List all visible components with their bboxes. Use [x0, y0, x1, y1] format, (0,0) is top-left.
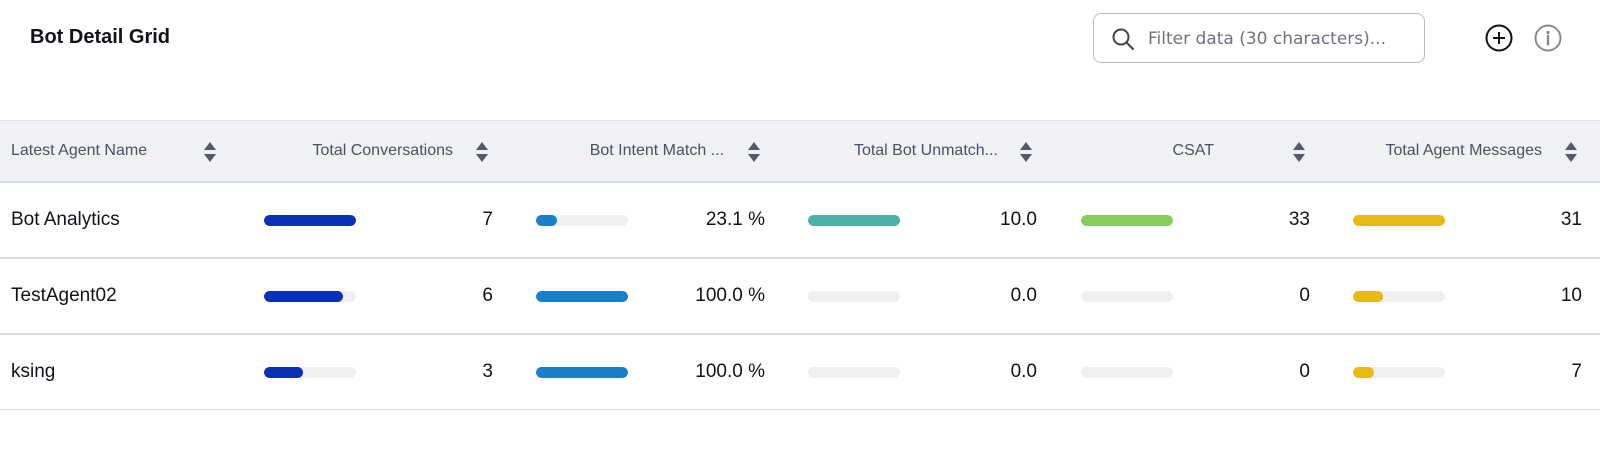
table-row[interactable]: ksing 3 100.0 % 0.0 0 7 — [0, 335, 1600, 410]
column-header[interactable]: CSAT — [1060, 121, 1214, 181]
csat-value: 0 — [1299, 285, 1310, 306]
unmatched-value: 0.0 — [1010, 285, 1037, 306]
conversations-value: 3 — [482, 361, 493, 382]
bar-fill — [264, 215, 356, 226]
bot-detail-table: Latest Agent Name Total Conversations Bot … — [0, 120, 1600, 410]
search-icon — [1112, 28, 1134, 50]
agent-name-cell: Bot Analytics — [11, 209, 120, 230]
table-header: Latest Agent Name Total Conversations Bot … — [0, 120, 1600, 183]
filter-input[interactable] — [1146, 24, 1418, 54]
sort-icon[interactable] — [1292, 141, 1306, 163]
bar-fill — [536, 367, 628, 378]
unmatched-bar — [808, 215, 900, 226]
sort-icon[interactable] — [475, 141, 489, 163]
sort-icon[interactable] — [747, 141, 761, 163]
unmatched-value: 10.0 — [1000, 209, 1037, 230]
agent-name-cell: TestAgent02 — [11, 285, 117, 306]
csat-bar — [1081, 215, 1173, 226]
csat-value: 33 — [1288, 209, 1310, 230]
sort-icon[interactable] — [1019, 141, 1033, 163]
bar-fill — [1353, 215, 1445, 226]
agent-messages-value: 7 — [1571, 361, 1582, 382]
unmatched-bar — [808, 367, 900, 378]
info-icon[interactable] — [1533, 23, 1563, 53]
intent-match-value: 23.1 % — [705, 209, 765, 230]
bar-fill — [264, 367, 304, 378]
conversations-value: 7 — [482, 209, 493, 230]
bar-fill — [536, 291, 628, 302]
page-title: Bot Detail Grid — [30, 26, 171, 48]
bar-fill — [536, 215, 558, 226]
agent-messages-bar — [1353, 291, 1445, 302]
add-circle-icon[interactable] — [1484, 23, 1514, 53]
intent-match-value: 100.0 % — [695, 361, 765, 382]
csat-bar — [1081, 367, 1173, 378]
conversations-bar — [264, 291, 356, 302]
bar-fill — [808, 215, 900, 226]
agent-name-cell: ksing — [11, 361, 56, 382]
column-header[interactable]: Total Conversations — [250, 121, 453, 181]
unmatched-bar — [808, 291, 900, 302]
conversations-bar — [264, 215, 356, 226]
agent-messages-bar — [1353, 367, 1445, 378]
column-header[interactable]: Latest Agent Name — [11, 121, 147, 181]
intent-match-bar — [536, 367, 628, 378]
filter-search-box[interactable] — [1093, 13, 1425, 63]
bar-fill — [1081, 215, 1173, 226]
sort-icon[interactable] — [203, 141, 217, 163]
intent-match-bar — [536, 291, 628, 302]
conversations-value: 6 — [482, 285, 493, 306]
bar-fill — [1353, 367, 1374, 378]
sort-icon[interactable] — [1564, 141, 1578, 163]
agent-messages-value: 31 — [1560, 209, 1582, 230]
intent-match-value: 100.0 % — [695, 285, 765, 306]
table-row[interactable]: Bot Analytics 7 23.1 % 10.0 33 31 — [0, 183, 1600, 259]
agent-messages-bar — [1353, 215, 1445, 226]
column-header[interactable]: Total Agent Messages — [1330, 121, 1542, 181]
unmatched-value: 0.0 — [1010, 361, 1037, 382]
csat-value: 0 — [1299, 361, 1310, 382]
bar-fill — [264, 291, 343, 302]
csat-bar — [1081, 291, 1173, 302]
bar-fill — [1353, 291, 1383, 302]
conversations-bar — [264, 367, 356, 378]
column-header[interactable]: Bot Intent Match ... — [520, 121, 724, 181]
agent-messages-value: 10 — [1560, 285, 1582, 306]
intent-match-bar — [536, 215, 628, 226]
column-header[interactable]: Total Bot Unmatch... — [790, 121, 998, 181]
table-row[interactable]: TestAgent02 6 100.0 % 0.0 0 10 — [0, 259, 1600, 335]
